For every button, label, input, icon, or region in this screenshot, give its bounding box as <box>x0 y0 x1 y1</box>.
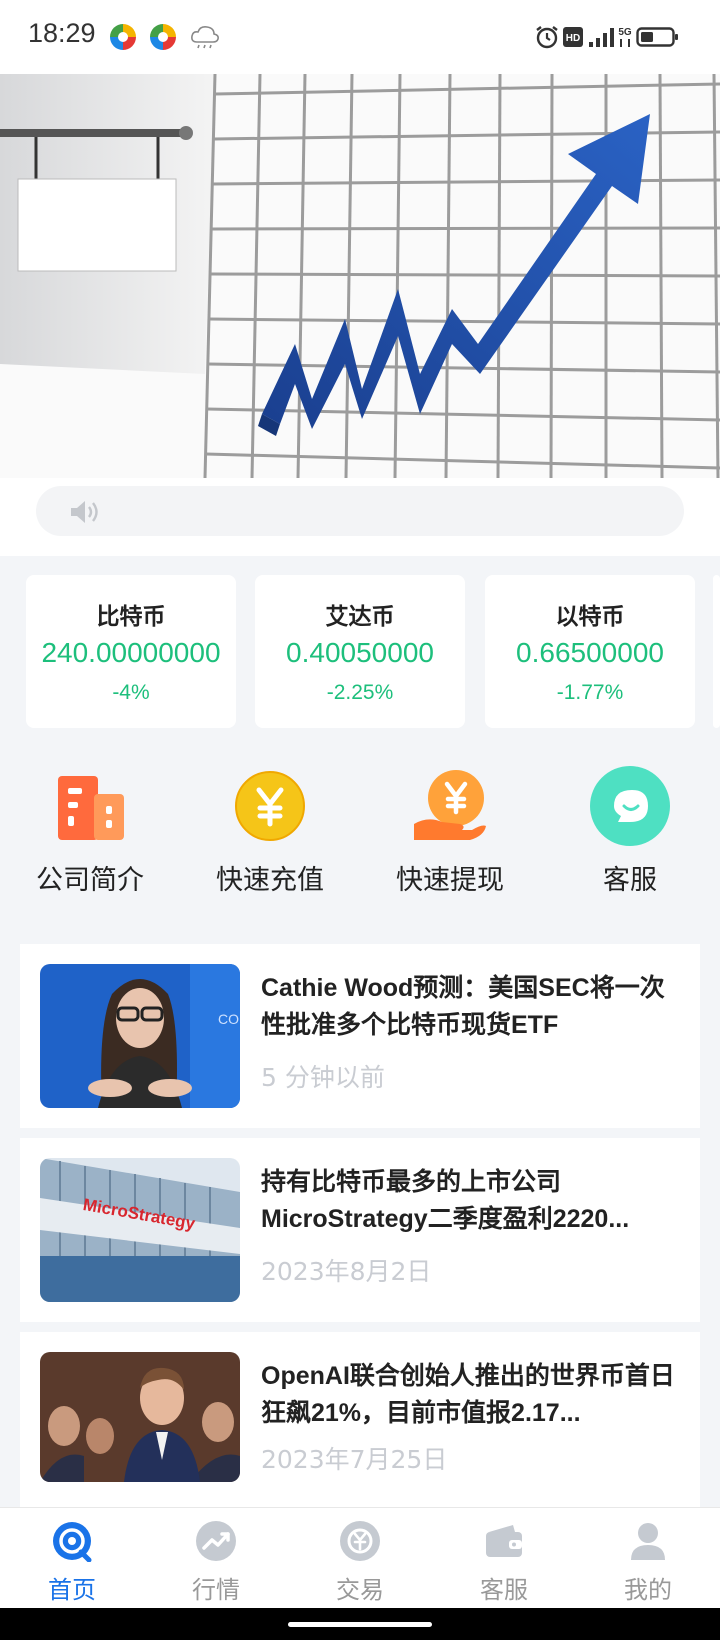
news-title: Cathie Wood预测：美国SEC将一次性批准多个比特币现货ETF <box>261 974 665 1039</box>
news-time: 2023年7月25日 <box>261 1445 448 1474</box>
status-bar: 18:29 HD 5G <box>0 0 720 74</box>
home-gesture-handle[interactable] <box>288 1622 432 1627</box>
news-item[interactable]: CONF Cathie Wood预测：美国SEC将一次性批准多个比特币现货ETF… <box>20 944 700 1128</box>
news-thumbnail: CONF <box>40 964 240 1108</box>
signal-icon <box>589 28 614 47</box>
tab-home[interactable]: 首页 <box>0 1508 144 1609</box>
chat-bubble-icon <box>590 766 670 846</box>
yen-hand-icon <box>414 770 486 840</box>
news-title: 持有比特币最多的上市公司MicroStrategy二季度盈利2220... <box>261 1168 630 1233</box>
banner-image <box>0 74 720 478</box>
news-thumbnail <box>40 1352 240 1482</box>
home-icon <box>53 1522 92 1562</box>
news-time: 2023年8月2日 <box>261 1257 432 1286</box>
news-item[interactable]: MicroStrategy 持有比特币最多的上市公司MicroStrategy二… <box>20 1138 700 1322</box>
ticker-change: -4% <box>112 681 150 704</box>
svg-text:5G: 5G <box>618 27 632 38</box>
tab-label: 我的 <box>624 1576 672 1604</box>
tab-label: 首页 <box>48 1576 96 1604</box>
ticker-name: 以特币 <box>555 603 625 629</box>
quick-action-label: 公司简介 <box>36 865 144 896</box>
tab-label: 行情 <box>192 1576 240 1604</box>
notice-marquee[interactable] <box>36 486 684 536</box>
ticker-card[interactable]: 比特币 240.00000000 -4% <box>26 575 236 728</box>
speaker-icon <box>71 501 98 523</box>
ticker-name: 艾达币 <box>325 603 395 629</box>
svg-text:HD: HD <box>566 33 580 44</box>
bottom-tab-bar: 首页 行情 交易 客服 我的 <box>0 1507 720 1608</box>
system-navigation-bar <box>0 1608 720 1640</box>
ticker-card-partial[interactable] <box>713 575 720 728</box>
news-item[interactable]: OpenAI联合创始人推出的世界币首日狂飙21%，目前市值报2.17... 20… <box>20 1332 700 1507</box>
quick-action-company[interactable]: 公司简介 <box>0 766 180 906</box>
app-icon <box>150 24 176 50</box>
ticker-price: 240.00000000 <box>41 637 221 668</box>
alarm-icon <box>536 26 558 49</box>
news-title: OpenAI联合创始人推出的世界币首日狂飙21%，目前市值报2.17... <box>261 1362 675 1427</box>
tab-trade[interactable]: 交易 <box>288 1508 432 1609</box>
tab-me[interactable]: 我的 <box>576 1508 720 1609</box>
5g-icon: 5G <box>618 27 632 47</box>
wallet-icon <box>486 1525 522 1557</box>
tab-service[interactable]: 客服 <box>432 1508 576 1609</box>
tab-market[interactable]: 行情 <box>144 1508 288 1609</box>
app-icon <box>110 24 136 50</box>
quick-action-service[interactable]: 客服 <box>540 766 720 906</box>
building-icon <box>58 776 124 840</box>
ticker-name: 比特币 <box>96 603 166 629</box>
yen-coin-icon <box>235 771 305 841</box>
ticker-change: -1.77% <box>556 681 624 704</box>
quick-action-recharge[interactable]: 快速充值 <box>180 766 360 906</box>
svg-text:CONF: CONF <box>218 1011 240 1027</box>
ticker-change: -2.25% <box>326 681 394 704</box>
tab-label: 客服 <box>480 1576 528 1604</box>
banner-carousel[interactable] <box>0 74 720 478</box>
tab-label: 交易 <box>336 1576 384 1604</box>
ticker-price: 0.66500000 <box>516 637 664 668</box>
hd-icon: HD <box>563 27 583 47</box>
news-thumbnail: MicroStrategy <box>40 1158 240 1302</box>
chart-trend-icon <box>196 1521 236 1561</box>
status-time: 18:29 <box>28 18 96 48</box>
quick-action-withdraw[interactable]: 快速提现 <box>360 766 540 906</box>
ticker-card[interactable]: 艾达币 0.40050000 -2.25% <box>255 575 465 728</box>
notice-bar <box>0 478 720 556</box>
exchange-icon <box>340 1521 380 1561</box>
battery-icon <box>636 27 678 47</box>
quick-action-label: 快速充值 <box>216 865 324 896</box>
cloud-icon <box>191 26 219 49</box>
news-time: 5 分钟以前 <box>261 1063 385 1092</box>
ticker-price: 0.40050000 <box>286 637 434 668</box>
quick-action-label: 客服 <box>603 865 657 896</box>
ticker-card[interactable]: 以特币 0.66500000 -1.77% <box>485 575 695 728</box>
quick-action-label: 快速提现 <box>396 865 504 896</box>
user-icon <box>631 1523 665 1560</box>
